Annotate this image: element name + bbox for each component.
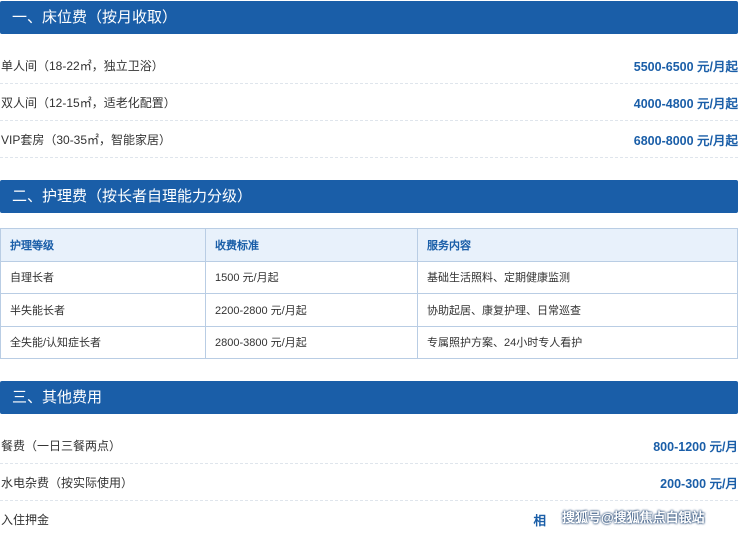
care-service-cell: 协助起居、康复护理、日常巡查 bbox=[417, 293, 738, 327]
list-item-vip-suite: VIP套房（30-35㎡，智能家居） 6800-8000 元/月起 bbox=[0, 121, 738, 158]
room-label: 双人间（12-15㎡，适老化配置） bbox=[1, 95, 176, 110]
table-row: 自理长者 1500 元/月起 基础生活照料、定期健康监测 bbox=[0, 260, 738, 294]
column-header-service: 服务内容 bbox=[417, 228, 738, 262]
column-header-fee: 收费标准 bbox=[205, 228, 418, 262]
list-item-single-room: 单人间（18-22㎡，独立卫浴） 5500-6500 元/月起 bbox=[0, 47, 738, 84]
table-row: 全失能/认知症长者 2800-3800 元/月起 专属照护方案、24小时专人看护 bbox=[0, 325, 738, 359]
column-header-level: 护理等级 bbox=[0, 228, 206, 262]
care-level-cell: 自理长者 bbox=[0, 260, 206, 294]
fee-price: 相 bbox=[533, 514, 546, 528]
room-label: 单人间（18-22㎡，独立卫浴） bbox=[1, 58, 164, 73]
watermark-text: 搜狐号@搜狐焦点白银站 bbox=[562, 510, 705, 525]
care-fee-cell: 2200-2800 元/月起 bbox=[205, 293, 418, 327]
care-fee-table: 护理等级 收费标准 服务内容 自理长者 1500 元/月起 基础生活照料、定期健… bbox=[0, 228, 738, 359]
care-level-cell: 全失能/认知症长者 bbox=[0, 325, 206, 359]
fee-label: 餐费（一日三餐两点） bbox=[1, 438, 122, 453]
section-header-other-fee: 三、其他费用 bbox=[0, 381, 738, 414]
care-service-cell: 基础生活照料、定期健康监测 bbox=[417, 260, 738, 294]
section-header-bed-fee: 一、床位费（按月收取） bbox=[0, 1, 738, 34]
fee-price: 200-300 元/月 bbox=[660, 476, 738, 491]
list-item-utilities-fee: 水电杂费（按实际使用） 200-300 元/月 bbox=[0, 464, 738, 501]
room-price: 4000-4800 元/月起 bbox=[633, 96, 738, 111]
fee-label: 水电杂费（按实际使用） bbox=[1, 475, 134, 490]
fee-label: 入住押金 bbox=[1, 513, 50, 527]
fee-price: 800-1200 元/月 bbox=[653, 439, 738, 454]
room-price: 6800-8000 元/月起 bbox=[633, 133, 738, 148]
room-price: 5500-6500 元/月起 bbox=[633, 59, 738, 74]
care-fee-cell: 1500 元/月起 bbox=[205, 260, 418, 294]
table-header-row: 护理等级 收费标准 服务内容 bbox=[0, 228, 738, 262]
care-service-cell: 专属照护方案、24小时专人看护 bbox=[417, 325, 738, 359]
watermark: 搜狐号@搜狐焦点白银站 bbox=[560, 507, 705, 526]
list-item-meal-fee: 餐费（一日三餐两点） 800-1200 元/月 bbox=[0, 427, 738, 464]
table-row: 半失能长者 2200-2800 元/月起 协助起居、康复护理、日常巡查 bbox=[0, 293, 738, 327]
care-fee-cell: 2800-3800 元/月起 bbox=[205, 325, 418, 359]
room-label: VIP套房（30-35㎡，智能家居） bbox=[1, 132, 172, 147]
list-item-double-room: 双人间（12-15㎡，适老化配置） 4000-4800 元/月起 bbox=[0, 84, 738, 121]
care-level-cell: 半失能长者 bbox=[0, 293, 206, 327]
section-header-care-fee: 二、护理费（按长者自理能力分级） bbox=[0, 180, 738, 213]
